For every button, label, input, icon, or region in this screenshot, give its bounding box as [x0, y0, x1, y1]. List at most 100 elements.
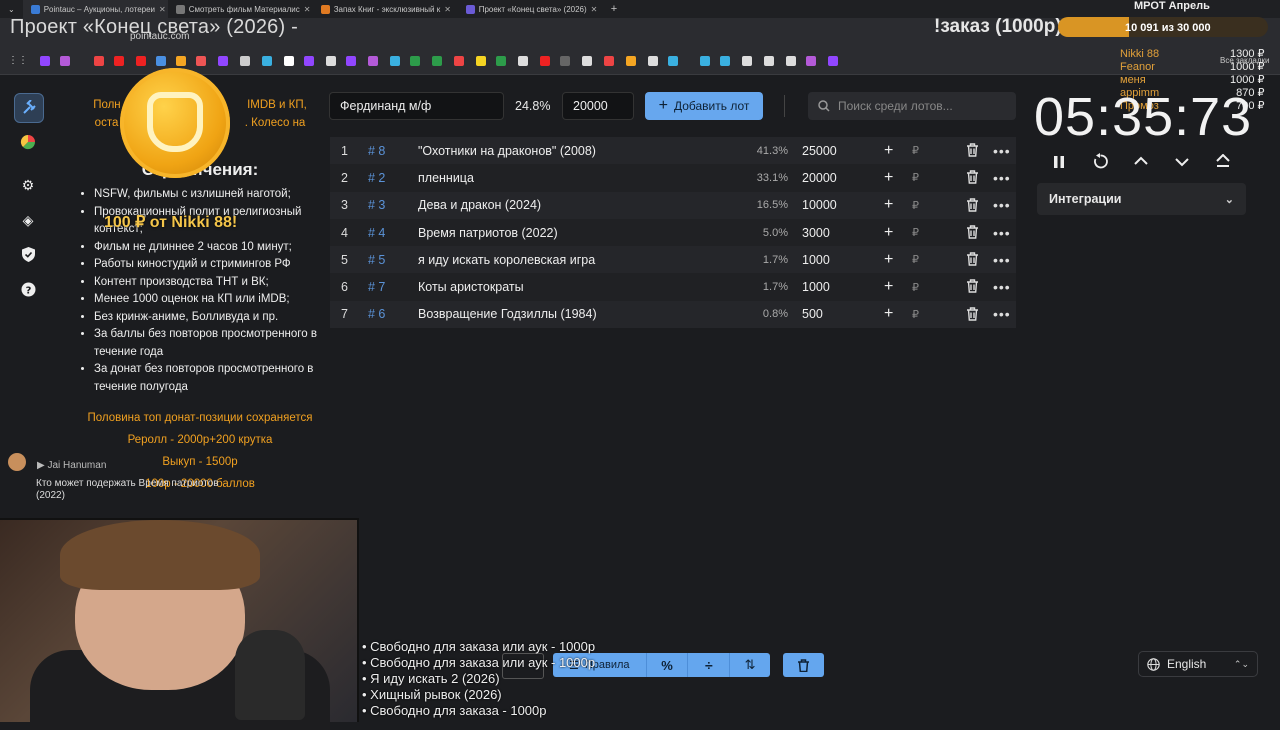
add-amount-button[interactable]: +	[884, 224, 893, 242]
settings-gear-icon[interactable]: ⚙	[14, 171, 42, 199]
add-lot-button[interactable]: + Добавить лот	[645, 92, 763, 120]
add-amount-button[interactable]: +	[884, 305, 893, 323]
wheel-icon[interactable]	[14, 128, 42, 156]
bookmark-icon[interactable]	[806, 56, 816, 66]
tab-list-chevron-icon[interactable]: ⌄	[0, 5, 23, 14]
bookmark-icon[interactable]	[218, 56, 228, 66]
more-options-icon[interactable]: •••	[993, 225, 1011, 241]
close-tab-icon[interactable]: ✕	[304, 5, 311, 14]
bookmark-icon[interactable]	[390, 56, 400, 66]
bookmark-icon[interactable]	[368, 56, 378, 66]
more-options-icon[interactable]: •••	[993, 170, 1011, 186]
lot-name-input[interactable]: Фердинанд м/ф	[329, 92, 504, 120]
help-icon[interactable]: ?	[14, 275, 42, 303]
bookmark-icon[interactable]	[560, 56, 570, 66]
bookmark-icon[interactable]	[626, 56, 636, 66]
bookmark-icon[interactable]	[432, 56, 442, 66]
lot-amount-input[interactable]: 20000	[562, 92, 634, 120]
split-icon[interactable]: ÷	[688, 653, 731, 677]
pause-icon[interactable]	[1052, 155, 1066, 169]
lot-amount[interactable]: 3000	[802, 226, 830, 240]
shield-icon[interactable]	[14, 240, 42, 268]
more-options-icon[interactable]: •••	[993, 197, 1011, 213]
delete-lot-icon[interactable]	[966, 307, 979, 321]
bookmark-icon[interactable]	[346, 56, 356, 66]
lot-amount[interactable]: 1000	[802, 280, 830, 294]
layers-icon[interactable]: ◈	[14, 206, 42, 234]
delete-lot-icon[interactable]	[966, 279, 979, 294]
add-amount-button[interactable]: +	[884, 142, 893, 160]
increase-time-icon[interactable]	[1134, 156, 1148, 166]
bookmark-icon[interactable]	[496, 56, 506, 66]
reset-timer-icon[interactable]	[1092, 153, 1109, 170]
sort-icon[interactable]: ⇅	[730, 653, 770, 677]
bookmark-icon[interactable]	[786, 56, 796, 66]
bookmark-icon[interactable]	[604, 56, 614, 66]
bookmark-icon[interactable]	[764, 56, 774, 66]
more-options-icon[interactable]: •••	[993, 306, 1011, 322]
delete-lot-icon[interactable]	[966, 197, 979, 212]
lot-amount[interactable]: 1000	[802, 253, 830, 267]
more-options-icon[interactable]: •••	[993, 252, 1011, 268]
bookmark-icon[interactable]	[176, 56, 186, 66]
percent-toggle-button[interactable]: %	[647, 653, 689, 677]
bookmark-icon[interactable]	[582, 56, 592, 66]
lot-name[interactable]: я иду искать королевская игра	[418, 253, 595, 267]
integrations-dropdown[interactable]: Интеграции ⌄	[1037, 183, 1246, 215]
bookmark-icon[interactable]	[668, 56, 678, 66]
lot-name[interactable]: "Охотники на драконов" (2008)	[418, 144, 596, 158]
bookmark-icon[interactable]	[40, 56, 50, 66]
bookmark-icon[interactable]	[326, 56, 336, 66]
lot-name[interactable]: Дева и дракон (2024)	[418, 198, 541, 212]
bookmark-icon[interactable]	[720, 56, 730, 66]
bookmark-icon[interactable]	[540, 56, 550, 66]
tab-books[interactable]: Запах Книг - эксклюзивный к ✕	[313, 0, 458, 18]
delete-lot-icon[interactable]	[966, 143, 979, 157]
lot-name[interactable]: Коты аристократы	[418, 280, 524, 294]
add-amount-button[interactable]: +	[884, 251, 893, 269]
bookmark-icon[interactable]	[114, 56, 124, 66]
lot-name[interactable]: Возвращение Годзиллы (1984)	[418, 307, 597, 321]
tab-project[interactable]: Проект «Конец света» (2026) ✕	[458, 0, 603, 18]
auction-hammer-icon[interactable]	[14, 93, 44, 123]
bookmark-icon[interactable]	[410, 56, 420, 66]
lot-amount[interactable]: 20000	[802, 171, 837, 185]
delete-lot-icon[interactable]	[966, 225, 979, 239]
add-amount-button[interactable]: +	[884, 278, 893, 296]
bookmark-icon[interactable]	[304, 56, 314, 66]
bookmark-icon[interactable]	[454, 56, 464, 66]
lot-amount[interactable]: 10000	[802, 198, 837, 212]
lot-search-input[interactable]: Поиск среди лотов...	[808, 92, 1016, 120]
bookmark-icon[interactable]	[284, 56, 294, 66]
bookmark-icon[interactable]	[196, 56, 206, 66]
close-tab-icon[interactable]: ✕	[159, 5, 166, 14]
new-tab-icon[interactable]: +	[603, 3, 625, 15]
bookmark-icon[interactable]	[518, 56, 528, 66]
bookmark-icon[interactable]	[828, 56, 838, 66]
bookmark-icon[interactable]	[94, 56, 104, 66]
bookmark-icon[interactable]	[136, 56, 146, 66]
decrease-time-icon[interactable]	[1175, 157, 1189, 167]
double-up-icon[interactable]	[1216, 154, 1230, 168]
close-tab-icon[interactable]: ✕	[591, 5, 598, 14]
bookmark-icon[interactable]	[156, 56, 166, 66]
close-tab-icon[interactable]: ✕	[444, 5, 451, 14]
bookmark-icon[interactable]	[476, 56, 486, 66]
language-select[interactable]: English ⌃⌄	[1138, 651, 1258, 677]
bookmark-icon[interactable]	[742, 56, 752, 66]
lot-name[interactable]: Время патриотов (2022)	[418, 226, 558, 240]
lot-amount[interactable]: 500	[802, 307, 823, 321]
bookmark-icon[interactable]	[60, 56, 70, 66]
delete-lot-icon[interactable]	[966, 252, 979, 266]
more-options-icon[interactable]: •••	[993, 279, 1011, 295]
lot-name[interactable]: пленница	[418, 171, 474, 185]
lot-amount[interactable]: 25000	[802, 144, 837, 158]
add-amount-button[interactable]: +	[884, 169, 893, 187]
more-options-icon[interactable]: •••	[993, 143, 1011, 159]
bookmark-icon[interactable]	[262, 56, 272, 66]
clear-all-button[interactable]	[783, 653, 824, 677]
bookmark-icon[interactable]	[648, 56, 658, 66]
add-amount-button[interactable]: +	[884, 196, 893, 214]
bookmark-icon[interactable]	[700, 56, 710, 66]
delete-lot-icon[interactable]	[966, 170, 979, 184]
